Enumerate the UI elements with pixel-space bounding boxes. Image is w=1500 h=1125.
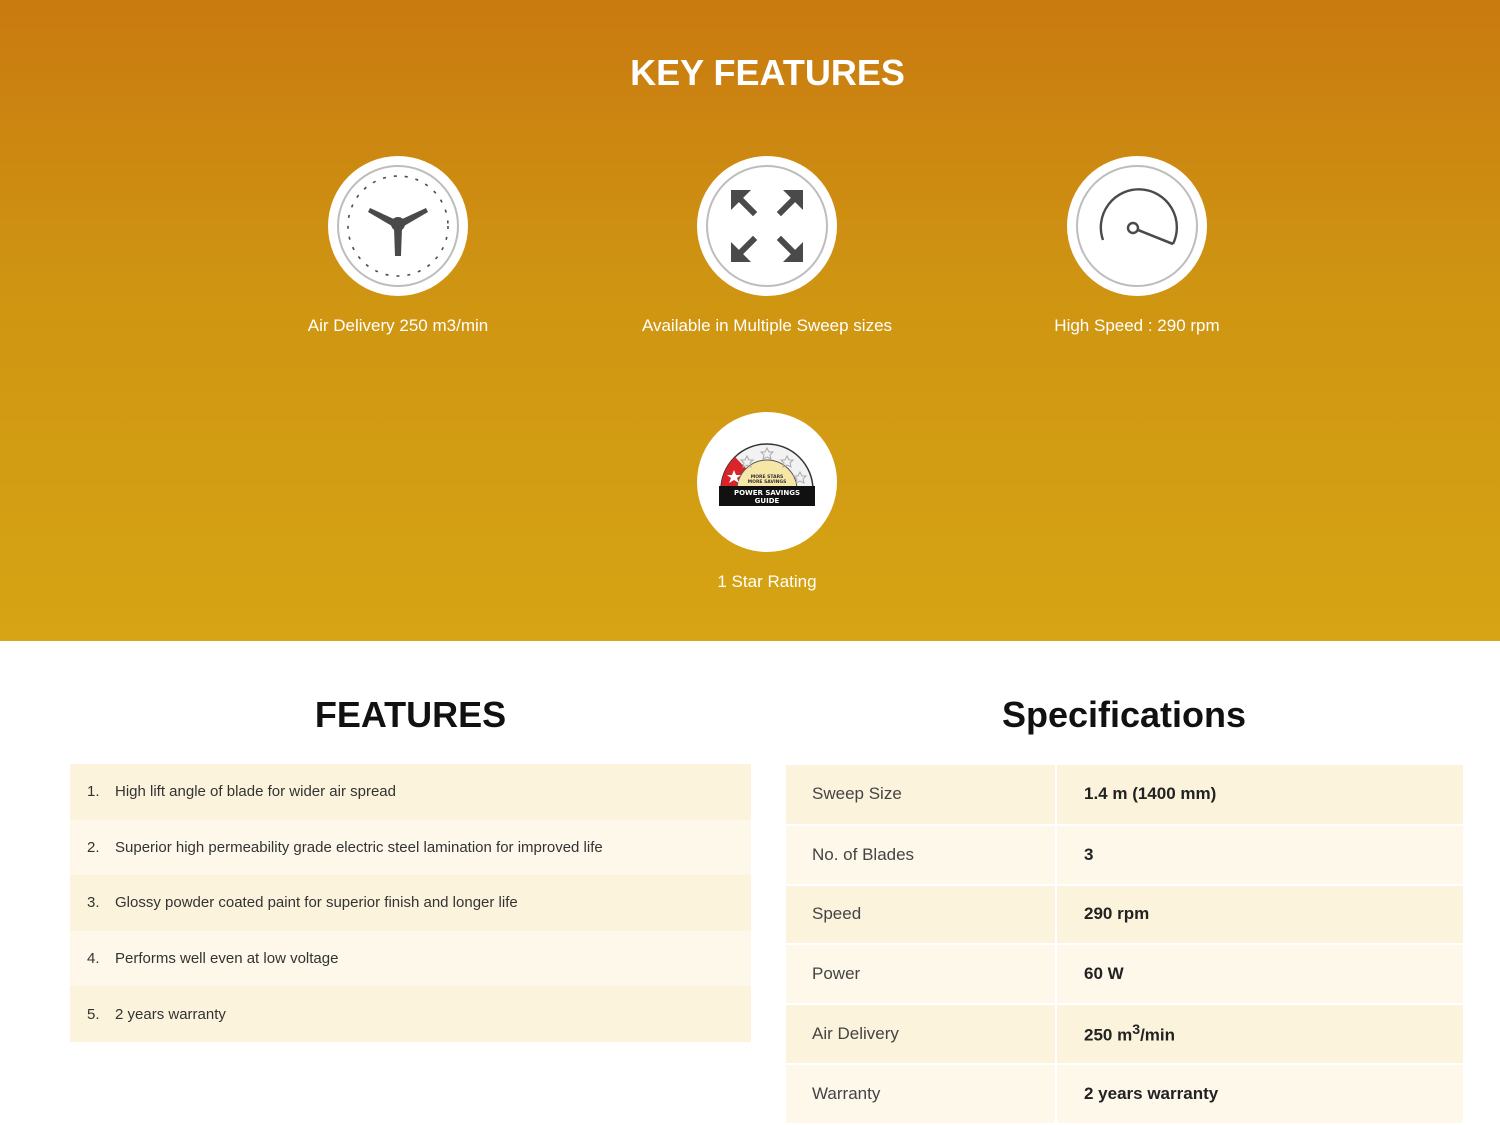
spec-key: No. of Blades xyxy=(786,824,1057,886)
list-item-text: Superior high permeability grade electri… xyxy=(115,838,603,856)
feature-label: 1 Star Rating xyxy=(717,572,817,591)
list-item-text: Performs well even at low voltage xyxy=(115,950,339,968)
list-item: 5. 2 years warranty xyxy=(70,986,751,1042)
spec-value: 250 m3/min xyxy=(1056,1004,1463,1065)
speedometer-icon xyxy=(1067,156,1207,296)
feature-high-speed: High Speed : 290 rpm xyxy=(967,156,1307,336)
feature-air-delivery: Air Delivery 250 m3/min xyxy=(228,156,568,336)
list-item: 2. Superior high permeability grade elect… xyxy=(70,819,751,876)
key-features-title: KEY FEATURES xyxy=(630,52,905,93)
badge-text-guide: GUIDE xyxy=(755,497,780,505)
list-item-text: Glossy powder coated paint for superior … xyxy=(115,894,518,912)
spec-key: Power xyxy=(786,944,1057,1006)
spec-value: 1.4 m (1400 mm) xyxy=(1056,765,1463,826)
feature-label: Available in Multiple Sweep sizes xyxy=(641,316,893,335)
feature-star-rating: MORE STARS MORE SAVINGS POWER SAVINGS GU… xyxy=(597,412,937,592)
list-item-text: 2 years warranty xyxy=(115,1005,226,1023)
table-row: Warranty 2 years warranty xyxy=(786,1063,1463,1125)
list-item-number: 2. xyxy=(87,838,100,856)
badge-text-power-savings: POWER SAVINGS xyxy=(734,489,800,497)
spec-key: Speed xyxy=(786,884,1057,946)
table-row: Sweep Size 1.4 m (1400 mm) xyxy=(786,765,1463,826)
spec-value-superscript: 3 xyxy=(1132,1022,1141,1039)
feature-sweep-sizes: Available in Multiple Sweep sizes xyxy=(597,156,937,336)
key-features-section: KEY FEATURES Air Delivery 250 m3/min Ava… xyxy=(0,0,1500,641)
table-row: Power 60 W xyxy=(786,944,1463,1006)
spec-key: Air Delivery xyxy=(786,1004,1057,1065)
spec-value-suffix: /min xyxy=(1140,1025,1176,1045)
specifications-table: Sweep Size 1.4 m (1400 mm) No. of Blades… xyxy=(786,765,1463,1125)
table-row: Speed 290 rpm xyxy=(786,884,1463,946)
spec-key: Warranty xyxy=(786,1063,1057,1125)
spec-value: 3 xyxy=(1056,824,1463,886)
list-item-number: 5. xyxy=(87,1005,100,1023)
list-item: 4. Performs well even at low voltage xyxy=(70,930,751,987)
spec-value: 290 rpm xyxy=(1056,884,1463,946)
feature-label: Air Delivery 250 m3/min xyxy=(307,316,489,335)
feature-label: High Speed : 290 rpm xyxy=(1054,316,1220,335)
badge-text-more-savings: MORE SAVINGS xyxy=(748,479,787,485)
list-item-number: 4. xyxy=(87,950,100,968)
list-item-text: High lift angle of blade for wider air s… xyxy=(115,783,396,801)
fan-icon xyxy=(328,156,468,296)
features-list: 1. High lift angle of blade for wider air… xyxy=(70,764,751,1042)
expand-arrows-icon xyxy=(697,156,837,296)
specifications-title: Specifications xyxy=(1001,694,1247,735)
list-item-number: 1. xyxy=(87,783,100,801)
list-item: 3. Glossy powder coated paint for superio… xyxy=(70,875,751,931)
spec-key: Sweep Size xyxy=(786,765,1057,826)
table-row: Air Delivery 250 m3/min xyxy=(786,1004,1463,1065)
spec-value-main: 250 m xyxy=(1084,1025,1133,1045)
spec-value: 2 years warranty xyxy=(1056,1063,1463,1125)
table-row: No. of Blades 3 xyxy=(786,824,1463,886)
list-item: 1. High lift angle of blade for wider air… xyxy=(70,764,751,820)
power-savings-guide-icon: MORE STARS MORE SAVINGS POWER SAVINGS GU… xyxy=(697,412,837,552)
features-title: FEATURES xyxy=(314,694,507,735)
spec-value: 60 W xyxy=(1056,944,1463,1006)
list-item-number: 3. xyxy=(87,894,100,912)
